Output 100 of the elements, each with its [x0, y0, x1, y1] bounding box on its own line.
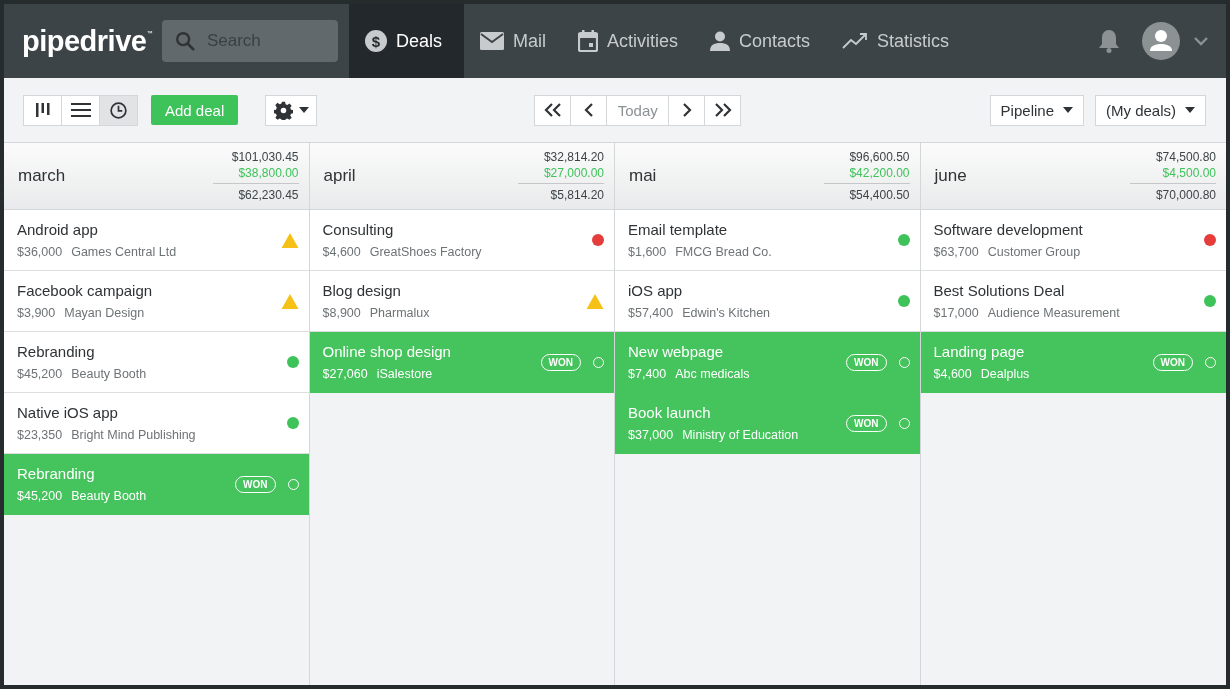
calendar-icon: [578, 30, 598, 52]
deal-name: Native iOS app: [17, 404, 119, 421]
organization-name: GreatShoes Factory: [369, 245, 482, 259]
double-chevron-right-icon: [713, 103, 732, 117]
deal-name: New webpage: [628, 343, 725, 360]
deal-name: Online shop design: [322, 343, 452, 360]
view-button[interactable]: [23, 94, 62, 126]
warning-icon: [280, 293, 299, 309]
organization-name: FMCG Bread Co.: [675, 245, 772, 259]
mail-icon: [479, 31, 504, 51]
chevron-right-icon: [681, 103, 692, 117]
deal-name: Software development: [933, 221, 1084, 238]
view-button[interactable]: [99, 94, 138, 126]
deal-value: $57,400: [628, 306, 674, 320]
total-amount: $74,500.80: [1155, 150, 1216, 164]
won-amount: $42,200.00: [823, 166, 910, 184]
deal-name: iOS app: [628, 282, 684, 299]
deal-value: $17,000: [933, 306, 979, 320]
person-icon: [710, 31, 730, 51]
organization-name: Abc medicals: [675, 367, 750, 381]
remaining-amount: $70,000.80: [1155, 188, 1216, 202]
logo[interactable]: pipedrive$^{™}$: [4, 24, 162, 58]
won-amount: $4,500.00: [1130, 166, 1216, 184]
won-amount: $38,800.00: [212, 166, 299, 184]
filter-dropdown[interactable]: (My deals): [1095, 94, 1206, 126]
deal-value: $8,900: [322, 306, 361, 320]
nav-tab[interactable]: Statistics: [826, 4, 966, 78]
avatar-icon[interactable]: [1142, 22, 1180, 60]
nav-tab[interactable]: Contacts: [694, 4, 827, 78]
total-amount: $101,030.45: [231, 150, 299, 164]
organization-name: Ministry of Education: [682, 428, 799, 442]
deal-name: Rebranding: [17, 465, 96, 482]
double-chevron-left-icon: [543, 103, 562, 117]
deal-value: $3,900: [17, 306, 56, 320]
deal-value: $27,060: [322, 367, 368, 381]
columns-icon: [34, 102, 51, 118]
list-icon: [70, 103, 91, 117]
deal-card[interactable]: Consulting $4,600 GreatShoes Factory: [309, 210, 614, 271]
organization-name: Pharmalux: [369, 306, 430, 320]
deal-card[interactable]: Blog design $8,900 Pharmalux: [309, 271, 614, 332]
caret-icon: [1185, 107, 1195, 113]
deal-name: Facebook campaign: [17, 282, 154, 299]
first-button[interactable]: [534, 94, 572, 126]
organization-name: Bright Mind Publishing: [71, 428, 196, 442]
caret-icon: [298, 107, 309, 113]
organization-name: Dealplus: [980, 367, 1030, 381]
column-title: mai: [629, 166, 657, 186]
deal-card[interactable]: Facebook campaign $3,900 Mayan Design: [4, 271, 309, 332]
previous-button[interactable]: [570, 94, 608, 126]
chevron-down-icon[interactable]: [1194, 36, 1208, 46]
deal-card[interactable]: Android app $36,000 Games Central Ltd: [4, 210, 309, 271]
deal-value: $37,000: [628, 428, 674, 442]
deal-name: Consulting: [322, 221, 395, 238]
won-amount: $27,000.00: [518, 166, 604, 184]
organization-name: iSalestore: [376, 367, 433, 381]
total-amount: $96,600.50: [849, 150, 910, 164]
deal-card[interactable]: Software development $63,700 Customer Group: [920, 210, 1226, 271]
deal-name: Best Solutions Deal: [933, 282, 1066, 299]
column-title: june: [934, 166, 967, 186]
deal-value: $4,600: [933, 367, 972, 381]
deal-name: Android app: [17, 221, 99, 238]
organization-name: Beauty Booth: [71, 367, 147, 381]
nav-tab[interactable]: Mail: [463, 4, 562, 78]
deal-value: $7,400: [628, 367, 667, 381]
clock-icon: [110, 101, 127, 119]
remaining-amount: $5,814.20: [550, 188, 604, 202]
deal-name: Book launch: [628, 404, 712, 421]
deal-card[interactable]: iOS app $57,400 Edwin's Kitchen: [615, 271, 920, 332]
organization-name: Mayan Design: [64, 306, 145, 320]
settings-button[interactable]: [265, 94, 318, 126]
remaining-amount: $54,400.50: [849, 188, 910, 202]
caret-icon: [1063, 107, 1073, 113]
deal-card[interactable]: Email template $1,600 FMCG Bread Co.: [615, 210, 920, 271]
organization-name: Beauty Booth: [71, 489, 147, 503]
settings-icon: [273, 100, 293, 120]
deal-value: $36,000: [17, 245, 63, 259]
warning-icon: [586, 293, 604, 309]
chevron-left-icon: [583, 103, 594, 117]
next-button[interactable]: [668, 94, 706, 126]
deal-value: $45,200: [17, 489, 63, 503]
column-title: april: [323, 166, 356, 186]
deal-value: $23,350: [17, 428, 63, 442]
bell-icon[interactable]: [1098, 29, 1120, 53]
deal-name: Landing page: [933, 343, 1026, 360]
nav-tab[interactable]: Activities: [562, 4, 694, 78]
total-amount: $32,814.20: [543, 150, 604, 164]
warning-icon: [280, 232, 299, 248]
deal-card[interactable]: Native iOS app $23,350 Bright Mind Publishing: [4, 393, 309, 454]
dollar-icon: $: [364, 30, 387, 52]
deal-value: $45,200: [17, 367, 63, 381]
last-button[interactable]: [704, 94, 742, 126]
deal-value: $1,600: [628, 245, 667, 259]
organization-name: Customer Group: [987, 245, 1081, 259]
nav-tab[interactable]: $ Deals: [348, 4, 464, 78]
view-button[interactable]: [61, 94, 100, 126]
filter-dropdown[interactable]: Pipeline: [989, 94, 1084, 126]
deal-name: Rebranding: [17, 343, 96, 360]
deal-value: $63,700: [933, 245, 979, 259]
deal-card[interactable]: Rebranding $45,200 Beauty Booth: [4, 332, 309, 393]
deal-card[interactable]: Best Solutions Deal $17,000 Audience Measurement: [920, 271, 1226, 332]
